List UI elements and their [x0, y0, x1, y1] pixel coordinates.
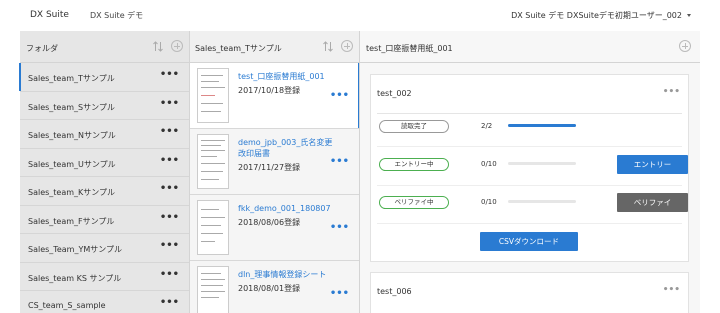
folder-label: Sales_team_Nサンプル — [28, 131, 116, 140]
folder-column-title: フォルダ — [26, 44, 58, 53]
folder-label: Sales_Team_YMサンプル — [28, 245, 122, 254]
document-date: 2018/08/06登録 — [238, 218, 301, 227]
user-menu[interactable]: DX Suite デモ DXSuiteデモ初期ユーザー_002 — [511, 10, 682, 21]
batch-name: test_002 — [377, 89, 412, 98]
verify-button[interactable]: ベリファイ — [617, 193, 688, 212]
folder-item[interactable]: Sales_team_Kサンプル ••• — [20, 177, 189, 206]
folder-label: Sales_team_Kサンプル — [28, 188, 116, 197]
batch-name: test_006 — [377, 287, 412, 296]
scroll-gutter — [700, 31, 720, 313]
document-thumbnail — [197, 200, 229, 255]
app-brand[interactable]: DX Suite — [30, 10, 69, 20]
divider — [377, 223, 682, 224]
batch-card: test_002 ••• 読取完了 2/2 エントリー中 0/10 エントリー … — [370, 74, 689, 262]
more-options-icon[interactable]: ••• — [330, 91, 349, 101]
tenant-name: DX Suite デモ — [90, 11, 144, 20]
more-options-icon[interactable]: ••• — [160, 155, 179, 165]
more-options-icon[interactable]: ••• — [160, 98, 179, 108]
add-folder-icon[interactable] — [171, 40, 183, 52]
document-item[interactable]: test_口座振替用紙_001 2017/10/18登録 ••• — [190, 63, 360, 129]
document-column-title: Sales_team_Tサンプル — [195, 44, 282, 53]
folder-item[interactable]: CS_team_S_sample ••• — [20, 291, 189, 313]
chevron-down-icon[interactable] — [687, 14, 691, 17]
document-thumbnail — [197, 266, 229, 313]
more-options-icon[interactable]: ••• — [663, 286, 680, 295]
csv-download-button[interactable]: CSVダウンロード — [480, 232, 578, 251]
folder-list: Sales_team_Tサンプル ••• Sales_team_Sサンプル ••… — [19, 63, 189, 313]
add-batch-icon[interactable] — [679, 40, 691, 52]
document-name[interactable]: dln_理事情報登録シート — [238, 269, 336, 280]
folder-label: Sales_team KS サンプル — [28, 273, 122, 283]
folder-column-header: フォルダ — [20, 31, 189, 63]
batch-card: test_006 ••• — [370, 272, 689, 313]
progress-count: 2/2 — [481, 122, 493, 130]
document-column: Sales_team_Tサンプル test_口座振替用紙_001 2017/10… — [189, 31, 360, 313]
more-options-icon[interactable]: ••• — [330, 223, 349, 233]
folder-label: Sales_team_Uサンプル — [28, 159, 116, 169]
document-item[interactable]: demo_jpb_003_氏名変更改印届書 2017/11/27登録 ••• — [190, 129, 359, 195]
sort-icon[interactable] — [153, 41, 163, 52]
status-badge: ベリファイ中 — [379, 196, 449, 209]
folder-item[interactable]: Sales_team KS サンプル ••• — [20, 263, 189, 291]
entry-button[interactable]: エントリー — [617, 155, 688, 174]
document-thumbnail — [197, 134, 229, 189]
document-name[interactable]: fkk_demo_001_180807 — [238, 203, 336, 214]
folder-item[interactable]: Sales_team_Uサンプル ••• — [20, 149, 189, 177]
detail-column: test_口座振替用紙_001 test_002 ••• 読取完了 2/2 エン… — [359, 31, 700, 313]
folder-item[interactable]: Sales_team_Nサンプル ••• — [20, 120, 189, 149]
more-options-icon[interactable]: ••• — [160, 212, 179, 222]
document-item[interactable]: dln_理事情報登録シート 2018/08/01登録 ••• — [190, 261, 359, 313]
folder-item[interactable]: Sales_Team_YMサンプル ••• — [20, 234, 189, 263]
progress-count: 0/10 — [481, 160, 497, 168]
document-name[interactable]: test_口座振替用紙_001 — [238, 71, 336, 82]
status-badge: 読取完了 — [379, 120, 449, 133]
document-thumbnail — [197, 68, 229, 123]
status-badge: エントリー中 — [379, 158, 449, 171]
more-options-icon[interactable]: ••• — [160, 298, 179, 308]
folder-label: Sales_team_Fサンプル — [28, 216, 115, 226]
divider — [377, 185, 682, 186]
more-options-icon[interactable]: ••• — [663, 88, 680, 97]
top-bar: DX Suite DX Suite デモ DX Suite デモ DXSuite… — [0, 0, 720, 31]
folder-label: Sales_team_Sサンプル — [28, 102, 115, 112]
divider — [377, 113, 682, 114]
folder-item[interactable]: Sales_team_Tサンプル ••• — [19, 63, 189, 92]
folder-item[interactable]: Sales_team_Fサンプル ••• — [20, 206, 189, 234]
more-options-icon[interactable]: ••• — [160, 184, 179, 194]
more-options-icon[interactable]: ••• — [330, 157, 349, 167]
detail-column-header: test_口座振替用紙_001 — [360, 31, 700, 63]
more-options-icon[interactable]: ••• — [160, 269, 179, 279]
sort-icon[interactable] — [323, 41, 333, 52]
document-date: 2018/08/01登録 — [238, 284, 301, 293]
progress-bar-fill — [508, 124, 576, 127]
folder-label: CS_team_S_sample — [28, 301, 106, 310]
divider — [377, 146, 682, 147]
add-document-icon[interactable] — [341, 40, 353, 52]
document-column-header: Sales_team_Tサンプル — [190, 31, 359, 63]
more-options-icon[interactable]: ••• — [160, 127, 179, 137]
detail-column-title: test_口座振替用紙_001 — [366, 44, 453, 53]
document-name[interactable]: demo_jpb_003_氏名変更改印届書 — [238, 137, 336, 159]
document-date: 2017/11/27登録 — [238, 163, 301, 172]
document-item[interactable]: fkk_demo_001_180807 2018/08/06登録 ••• — [190, 195, 359, 261]
progress-bar — [508, 200, 576, 203]
folder-item[interactable]: Sales_team_Sサンプル ••• — [20, 92, 189, 120]
more-options-icon[interactable]: ••• — [160, 70, 179, 80]
progress-count: 0/10 — [481, 198, 497, 206]
document-list: test_口座振替用紙_001 2017/10/18登録 ••• demo_jp… — [190, 63, 360, 313]
folder-column: フォルダ Sales_team_Tサンプル ••• Sales_team_Sサン… — [19, 31, 189, 313]
document-date: 2017/10/18登録 — [238, 86, 301, 95]
progress-bar — [508, 162, 576, 165]
more-options-icon[interactable]: ••• — [160, 241, 179, 251]
folder-label: Sales_team_Tサンプル — [28, 74, 115, 83]
progress-bar — [508, 124, 576, 127]
more-options-icon[interactable]: ••• — [330, 289, 349, 299]
